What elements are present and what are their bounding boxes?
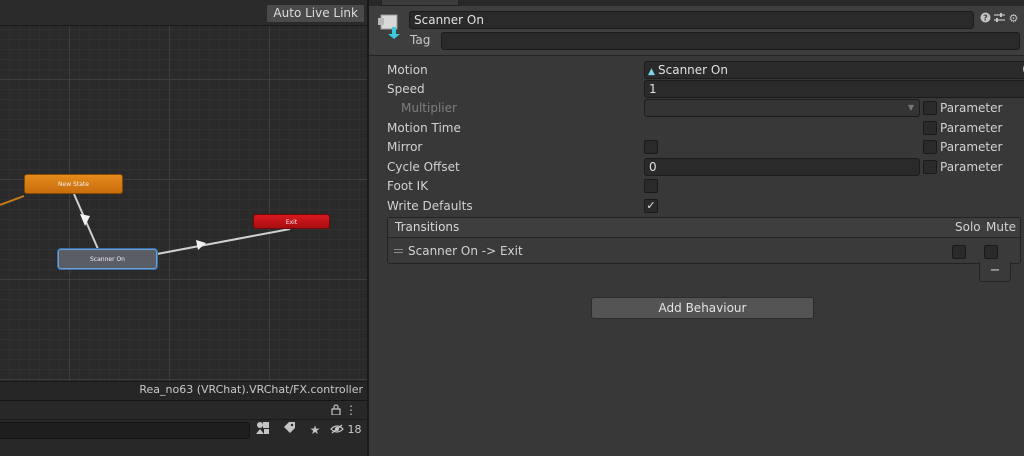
project-panel: ⋮ ★ 18: [0, 400, 367, 456]
multiplier-label: Multiplier: [401, 101, 457, 115]
entry-transition-line: [0, 195, 25, 206]
mirror-row: Mirror Parameter: [387, 138, 1017, 156]
eye-slash-icon: [330, 423, 348, 436]
lock-icon[interactable]: [331, 404, 341, 418]
motion-row: Motion ▲ Scanner On: [387, 61, 1024, 79]
drag-handle-icon[interactable]: [394, 249, 403, 253]
transition-arrows: [0, 193, 291, 255]
animator-state-icon: [378, 14, 400, 40]
motion-time-parameter-checkbox[interactable]: [923, 121, 937, 135]
foot-ik-checkbox[interactable]: [644, 179, 658, 193]
speed-label: Speed: [387, 82, 425, 96]
transition-solo-checkbox[interactable]: [952, 245, 966, 259]
state-new-state[interactable]: New State: [24, 174, 123, 194]
filter-by-type-icon[interactable]: [252, 420, 274, 440]
solo-column-header: Solo: [955, 220, 981, 234]
motion-object-field[interactable]: ▲ Scanner On: [644, 61, 1024, 79]
mute-column-header: Mute: [986, 220, 1017, 234]
transition-row[interactable]: Scanner On -> Exit: [388, 239, 1020, 263]
cycle-offset-parameter-label: Parameter: [940, 160, 1003, 174]
motion-value: Scanner On: [658, 63, 728, 77]
controller-path: Rea_no63 (VRChat).VRChat/FX.controller: [139, 383, 363, 396]
state-name-field[interactable]: Scanner On: [409, 11, 974, 29]
presets-sliders-icon[interactable]: [993, 11, 1006, 27]
write-defaults-row: Write Defaults ✓: [387, 197, 1017, 215]
write-defaults-checkbox[interactable]: ✓: [644, 199, 658, 213]
mirror-label: Mirror: [387, 140, 423, 154]
help-icon[interactable]: ?: [979, 11, 992, 27]
inspector-panel: Scanner On ? ⚙ Tag Motion ▲ Scanner On S…: [369, 0, 1024, 456]
transition-mute-checkbox[interactable]: [984, 245, 998, 259]
gear-icon[interactable]: ⚙: [1007, 11, 1020, 27]
multiplier-dropdown[interactable]: ▼: [644, 99, 920, 117]
dropdown-arrow-icon: ▼: [907, 103, 914, 112]
cycle-offset-row: Cycle Offset 0 Parameter: [387, 158, 1017, 176]
multiplier-parameter-label: Parameter: [940, 101, 1003, 115]
transitions-list: Transitions Solo Mute Scanner On -> Exit: [387, 217, 1021, 264]
cycle-offset-label: Cycle Offset: [387, 160, 460, 174]
transition-line-scanner-to-exit: [156, 228, 291, 255]
speed-row: Speed 1: [387, 80, 1024, 98]
cycle-offset-parameter-checkbox[interactable]: [923, 160, 937, 174]
tag-label: Tag: [410, 33, 431, 47]
project-search-input[interactable]: [0, 422, 250, 439]
inspector-header: Scanner On ? ⚙ Tag: [369, 6, 1024, 56]
write-defaults-label: Write Defaults: [387, 199, 473, 213]
tag-field[interactable]: [441, 32, 1020, 50]
motion-time-parameter-label: Parameter: [940, 121, 1003, 135]
multiplier-parameter-checkbox[interactable]: [923, 101, 937, 115]
kebab-menu-icon[interactable]: ⋮: [345, 403, 357, 417]
cycle-offset-input[interactable]: 0: [644, 158, 920, 176]
speed-input[interactable]: 1: [644, 80, 1024, 98]
animation-clip-icon: ▲: [648, 67, 655, 77]
mirror-checkbox[interactable]: [644, 140, 658, 154]
mirror-parameter-label: Parameter: [940, 140, 1003, 154]
motion-label: Motion: [387, 63, 428, 77]
mirror-parameter-checkbox[interactable]: [923, 140, 937, 154]
transitions-header: Transitions Solo Mute: [388, 218, 1020, 238]
state-exit[interactable]: Exit: [253, 214, 330, 229]
transitions-title: Transitions: [395, 220, 460, 234]
svg-text:?: ?: [983, 14, 988, 23]
hidden-count-value: 18: [347, 423, 362, 436]
motion-time-row: Motion Time Parameter: [387, 119, 1017, 137]
state-scanner-on[interactable]: Scanner On: [58, 249, 157, 269]
star-icon[interactable]: ★: [304, 420, 326, 440]
foot-ik-label: Foot IK: [387, 179, 429, 193]
project-header: ⋮: [0, 401, 367, 420]
multiplier-row: Multiplier ▼ Parameter: [387, 99, 1017, 117]
transition-name: Scanner On -> Exit: [408, 244, 523, 258]
hidden-count-toggle[interactable]: 18: [330, 420, 362, 440]
motion-time-label: Motion Time: [387, 121, 461, 135]
label-icon[interactable]: [278, 420, 300, 440]
foot-ik-row: Foot IK: [387, 177, 1017, 195]
remove-transition-button[interactable]: −: [979, 262, 1011, 282]
add-behaviour-button[interactable]: Add Behaviour: [591, 297, 814, 319]
animator-graph[interactable]: Auto Live Link New State Exit Scanner On…: [0, 0, 367, 400]
transition-arrowhead: [80, 214, 90, 226]
